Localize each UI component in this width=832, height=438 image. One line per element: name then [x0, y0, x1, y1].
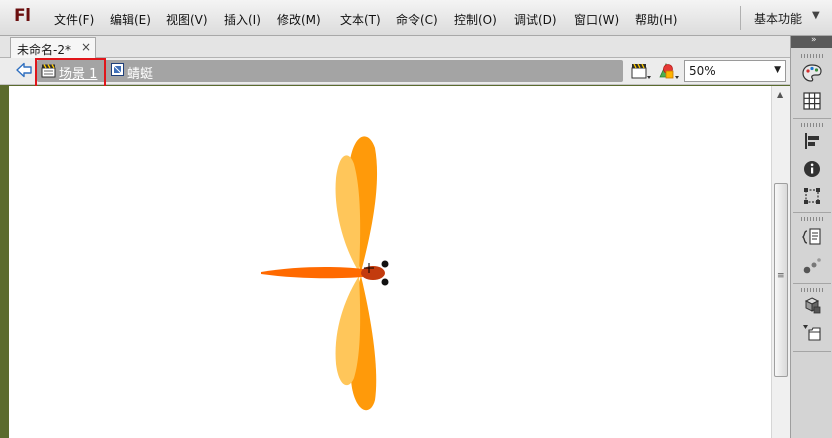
align-icon[interactable] [801, 130, 823, 152]
dragonfly-eye-bottom [381, 278, 389, 286]
menu-window[interactable]: 窗口(W) [574, 11, 619, 28]
zoom-select[interactable]: 50% ▼ [684, 60, 786, 82]
breadcrumb-symbol[interactable]: 蜻蜓 [127, 63, 153, 82]
transform-icon[interactable] [801, 185, 823, 207]
chevron-down-icon[interactable]: ▼ [812, 10, 820, 21]
zoom-value: 50% [689, 64, 716, 78]
scrollbar-grip: ≡ [777, 271, 785, 281]
menu-view[interactable]: 视图(V) [166, 11, 208, 28]
panel-collapse-bar[interactable]: » [791, 35, 832, 48]
chevron-down-icon[interactable]: ▼ [774, 65, 781, 75]
menu-insert[interactable]: 插入(I) [224, 11, 261, 28]
color-icon[interactable] [801, 62, 823, 84]
panel-group-grip[interactable] [801, 54, 823, 58]
panel-separator [793, 283, 831, 284]
menu-help[interactable]: 帮助(H) [635, 11, 677, 28]
dragonfly-tail [261, 267, 363, 279]
menu-control[interactable]: 控制(O) [454, 11, 497, 28]
stage-canvas[interactable] [9, 86, 771, 438]
panel-group-grip[interactable] [801, 217, 823, 221]
expand-panels-icon[interactable]: » [811, 35, 817, 45]
library-icon[interactable] [801, 295, 823, 317]
document-tab-title: 未命名-2* [17, 43, 71, 57]
panel-group-grip[interactable] [801, 288, 823, 292]
panel-separator [793, 212, 831, 213]
panel-group-grip[interactable] [801, 123, 823, 127]
edit-scene-icon[interactable] [630, 61, 652, 81]
back-arrow-icon[interactable] [15, 61, 33, 79]
edit-symbols-icon[interactable] [657, 61, 681, 81]
menu-text[interactable]: 文本(T) [340, 11, 381, 28]
menu-divider [740, 6, 741, 30]
info-icon[interactable] [801, 158, 823, 180]
dragonfly-symbol[interactable] [9, 86, 771, 438]
motion-presets-icon[interactable] [801, 322, 823, 344]
panel-separator [793, 118, 831, 119]
vertical-scrollbar[interactable]: ▲ ≡ [771, 86, 790, 438]
menu-bar: Fl 文件(F) 编辑(E) 视图(V) 插入(I) 修改(M) 文本(T) 命… [0, 0, 832, 36]
panel-separator [793, 351, 831, 352]
edit-bar: 场景 1 蜻蜓 50% ▼ [0, 58, 790, 85]
menu-modify[interactable]: 修改(M) [277, 11, 321, 28]
code-snippets-icon[interactable] [801, 226, 823, 248]
dragonfly-eye-top [381, 260, 389, 268]
menu-file[interactable]: 文件(F) [54, 11, 94, 28]
app-logo: Fl [14, 6, 31, 26]
panel-strip: » [790, 35, 832, 438]
menu-debug[interactable]: 调试(D) [514, 11, 557, 28]
close-icon[interactable]: × [81, 40, 91, 54]
breadcrumb: 场景 1 蜻蜓 [37, 60, 623, 82]
document-tab[interactable]: 未命名-2* × [10, 37, 96, 58]
movie-clip-symbol-icon [111, 63, 124, 76]
scroll-up-arrow-icon[interactable]: ▲ [777, 90, 783, 99]
menu-commands[interactable]: 命令(C) [396, 11, 438, 28]
document-tab-bar: 未命名-2* × [0, 36, 790, 58]
menu-edit[interactable]: 编辑(E) [110, 11, 151, 28]
workspace-switcher[interactable]: 基本功能 [754, 10, 802, 27]
swatches-icon[interactable] [801, 90, 823, 112]
components-icon[interactable] [801, 255, 823, 277]
scrollbar-thumb[interactable]: ≡ [774, 183, 788, 377]
